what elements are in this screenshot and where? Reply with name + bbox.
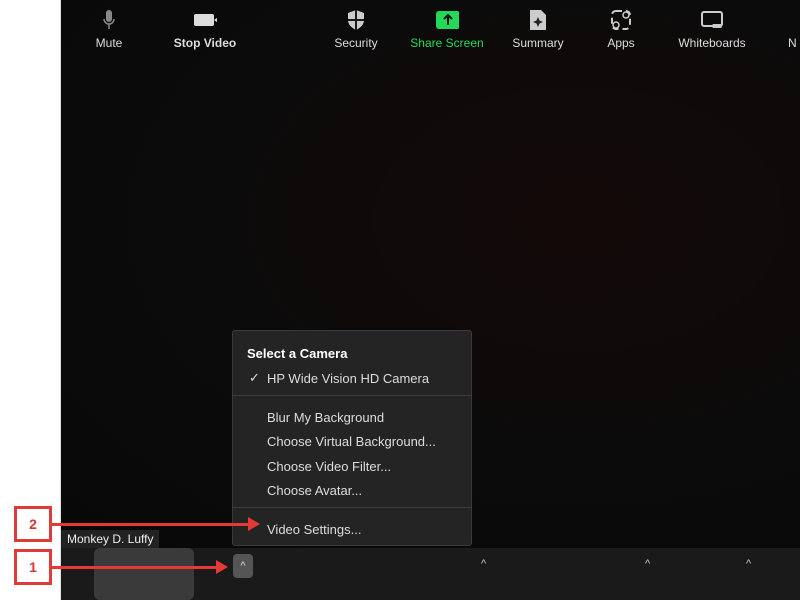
menu-item-video-filter[interactable]: Choose Video Filter... bbox=[267, 459, 391, 474]
divider bbox=[233, 395, 471, 396]
share-screen-icon bbox=[435, 9, 459, 31]
shield-icon bbox=[344, 9, 368, 31]
share-screen-label: Share Screen bbox=[410, 36, 484, 50]
whiteboard-icon bbox=[700, 9, 724, 31]
whiteboards-button[interactable]: Whiteboards bbox=[670, 0, 754, 52]
stop-video-label: Stop Video bbox=[173, 36, 237, 50]
apps-caret[interactable]: ^ bbox=[645, 558, 650, 570]
mute-label: Mute bbox=[95, 36, 123, 50]
summary-button[interactable]: Summary bbox=[508, 0, 568, 52]
apps-label: Apps bbox=[607, 36, 635, 50]
video-options-menu: Select a Camera ✓ HP Wide Vision HD Came… bbox=[232, 330, 472, 546]
check-icon: ✓ bbox=[249, 370, 260, 385]
menu-header: Select a Camera bbox=[247, 346, 348, 361]
whiteboards-label: Whiteboards bbox=[678, 36, 746, 50]
menu-item-video-settings[interactable]: Video Settings... bbox=[267, 522, 361, 537]
more-label: N bbox=[788, 36, 797, 50]
menu-item-blur[interactable]: Blur My Background bbox=[267, 410, 384, 425]
security-button[interactable]: Security bbox=[326, 0, 386, 52]
menu-item-virtual-bg[interactable]: Choose Virtual Background... bbox=[267, 434, 436, 449]
participant-name: Monkey D. Luffy bbox=[61, 530, 160, 548]
annotation-arrow-2 bbox=[52, 517, 260, 531]
camera-option[interactable]: HP Wide Vision HD Camera bbox=[267, 371, 429, 386]
stop-video-button[interactable]: Stop Video bbox=[160, 0, 250, 52]
apps-button[interactable]: Apps bbox=[596, 0, 646, 52]
annotation-badge-2: 2 bbox=[14, 506, 52, 542]
annotation-badge-1: 1 bbox=[14, 549, 52, 585]
security-label: Security bbox=[334, 36, 378, 50]
annotation-arrow-1 bbox=[52, 560, 228, 574]
video-camera-icon bbox=[193, 9, 217, 31]
microphone-icon bbox=[97, 9, 121, 31]
video-options-caret[interactable]: ^ bbox=[233, 554, 253, 578]
stop-video-highlight bbox=[94, 548, 194, 600]
summary-icon bbox=[526, 9, 550, 31]
whiteboards-caret[interactable]: ^ bbox=[746, 558, 751, 570]
summary-label: Summary bbox=[512, 36, 564, 50]
more-button[interactable]: N bbox=[788, 0, 800, 52]
share-screen-button[interactable]: Share Screen bbox=[406, 0, 488, 52]
apps-icon bbox=[609, 9, 633, 31]
share-caret[interactable]: ^ bbox=[481, 558, 486, 570]
divider bbox=[233, 507, 471, 508]
menu-item-avatar[interactable]: Choose Avatar... bbox=[267, 483, 362, 498]
mute-button[interactable]: Mute bbox=[84, 0, 134, 52]
